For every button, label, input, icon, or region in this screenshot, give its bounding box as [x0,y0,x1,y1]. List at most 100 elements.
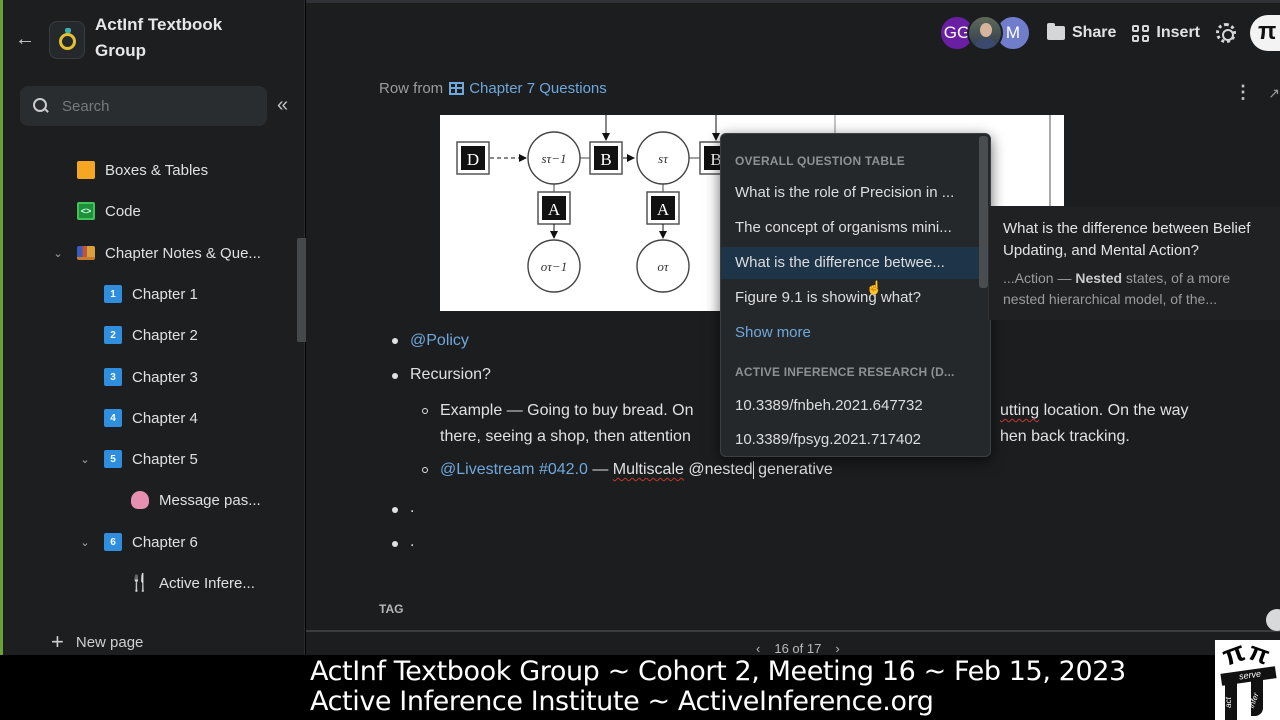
popup-option[interactable]: 10.3389/fnbeh.2021.647732 [721,390,979,422]
share-button[interactable]: Share [1046,23,1116,42]
pi-icon: π [1218,635,1249,672]
popup-option[interactable]: The concept of organisms mini... [721,212,979,244]
chevron-down-icon[interactable]: ⌄ [78,453,92,466]
arrow-left-icon[interactable]: ← [15,28,37,50]
sidebar-search[interactable] [20,86,267,126]
gear-icon[interactable] [1216,23,1236,43]
sidebar-item-chapter-6[interactable]: ⌄ 6 Chapter 6 [80,527,198,557]
bullet-dot [392,507,398,513]
plus-icon: + [51,629,64,654]
list-item-empty-1[interactable]: . [410,495,414,521]
state-label-2: sτ [658,151,669,166]
sidebar-item-chapter-4[interactable]: 4 Chapter 4 [104,403,198,433]
double-chevron-left-icon[interactable]: « [277,94,288,116]
bullet-dot [392,373,398,379]
sidebar-item-label: Chapter 6 [132,533,198,551]
mention-preview: What is the difference between Belief Up… [988,206,1280,320]
workspace-title[interactable]: ActInf Textbook Group [95,12,265,64]
sidebar-item-chapter-2[interactable]: 2 Chapter 2 [104,320,198,350]
number-2-icon: 2 [104,326,122,344]
number-5-icon: 5 [104,450,122,468]
avatar-photo[interactable] [966,15,1003,51]
prev-row-button[interactable]: ‹ [756,641,760,656]
sidebar-item-chapter-3[interactable]: 3 Chapter 3 [104,362,198,392]
orange-square-icon [77,161,95,179]
help-button[interactable] [1266,609,1280,631]
popup-option[interactable]: Figure 9.1 is showing what? [721,282,979,314]
sidebar-item-code[interactable]: <> Code [77,196,141,226]
next-row-button[interactable]: › [835,641,839,656]
after-caret-text: generative [753,461,833,478]
tag-label: TAG [379,602,404,616]
insert-label: Insert [1156,24,1200,41]
snippet-bold: Nested [1075,270,1123,286]
popup-option[interactable]: 10.3389/fpsyg.2021.717402 [721,424,979,456]
sidebar-item-label: Chapter 1 [132,285,198,303]
chevron-down-icon[interactable]: ⌄ [78,536,92,549]
list-item-empty-2[interactable]: . [410,529,414,555]
misspelled-word: Multiscale [612,461,684,478]
popup-option-active[interactable]: What is the difference betwee... [721,247,979,279]
list-item-example-line1[interactable]: Example — Going to buy bread. On [440,398,693,424]
new-page-button[interactable]: + New page [51,629,143,654]
node-b1-label: B [600,150,611,169]
popup-section-title: OVERALL QUESTION TABLE [735,154,905,168]
search-input[interactable] [62,97,252,115]
example-tail-2: hen back tracking. [1000,428,1130,445]
pager-label: 16 of 17 [774,641,822,656]
folder-icon [1046,23,1065,40]
topbar: GG M Share Insert [938,13,1280,53]
expand-icon[interactable]: ↗ [1268,85,1280,102]
tag-divider [306,630,1280,632]
workspace-logo [49,21,85,59]
sidebar-item-chapter-notes[interactable]: ⌄ Chapter Notes & Que... [53,238,261,268]
sidebar-item-chapter-5[interactable]: ⌄ 5 Chapter 5 [80,444,198,474]
row-from-link[interactable]: Chapter 7 Questions [449,80,607,97]
sidebar-item-boxes-tables[interactable]: Boxes & Tables [77,155,208,185]
number-4-icon: 4 [104,409,122,427]
sub-bullet [422,408,428,414]
node-a1-label: A [548,200,561,219]
chevron-down-icon[interactable]: ⌄ [51,247,65,260]
show-more-link[interactable]: Show more [721,317,979,349]
example-text-2: there, seeing a shop, then attention [440,428,691,445]
snippet-pre: ...Action — [1003,270,1076,286]
table-icon [449,82,465,95]
sidebar-item-label: Chapter 3 [132,368,198,386]
list-item-policy[interactable]: @Policy [410,328,469,354]
popup-scrollbar[interactable] [979,136,988,288]
sidebar-item-active-inference[interactable]: 🍴 Active Infere... [129,568,255,598]
workspace-header: ← ActInf Textbook Group [15,12,265,64]
insert-button[interactable]: Insert [1132,24,1200,42]
more-options-icon[interactable]: ⋮ [1234,83,1252,101]
sidebar-item-label: Chapter Notes & Que... [105,244,261,262]
list-item-livestream[interactable]: @Livestream #042.0 — Multiscale @nested … [440,457,833,483]
computer-code-icon: <> [77,202,95,220]
sidebar-item-message-passing[interactable]: Message pas... [131,485,261,515]
logo-act: act [1223,697,1233,708]
preview-snippet: ...Action — Nested states, of a more nes… [1003,268,1266,310]
list-item-recursion[interactable]: Recursion? [410,362,491,388]
sidebar-item-label: Chapter 5 [132,450,198,468]
popup-option[interactable]: What is the role of Precision in ... [721,177,979,209]
obs-label-2: oτ [657,259,670,274]
livestream-mention[interactable]: @Livestream #042.0 [440,461,588,478]
row-from-link-text: Chapter 7 Questions [469,80,607,97]
state-label-1: sτ−1 [542,151,567,166]
example-tail-text: location. On the way [1039,402,1189,419]
institute-logo: π π serve act infer [1215,635,1280,720]
list-item-example-line2[interactable]: there, seeing a shop, then attention [440,424,691,450]
ring-icon [59,33,76,50]
node-d-label: D [467,150,479,169]
hand-cursor-icon: ☝ [866,280,883,295]
preview-title: What is the difference between Belief Up… [1003,220,1251,259]
institute-avatar[interactable] [1250,15,1280,51]
sidebar-item-chapter-1[interactable]: 1 Chapter 1 [104,279,198,309]
insert-grid-icon [1132,24,1150,42]
row-from-breadcrumb: Row from Chapter 7 Questions [379,80,607,97]
popup-section-title: ACTIVE INFERENCE RESEARCH (D... [735,365,955,379]
sidebar-item-label: Chapter 4 [132,409,198,427]
mention-trigger-text: @nested [683,461,753,478]
policy-mention[interactable]: @Policy [410,332,469,349]
sidebar-item-label: Active Infere... [159,574,255,592]
